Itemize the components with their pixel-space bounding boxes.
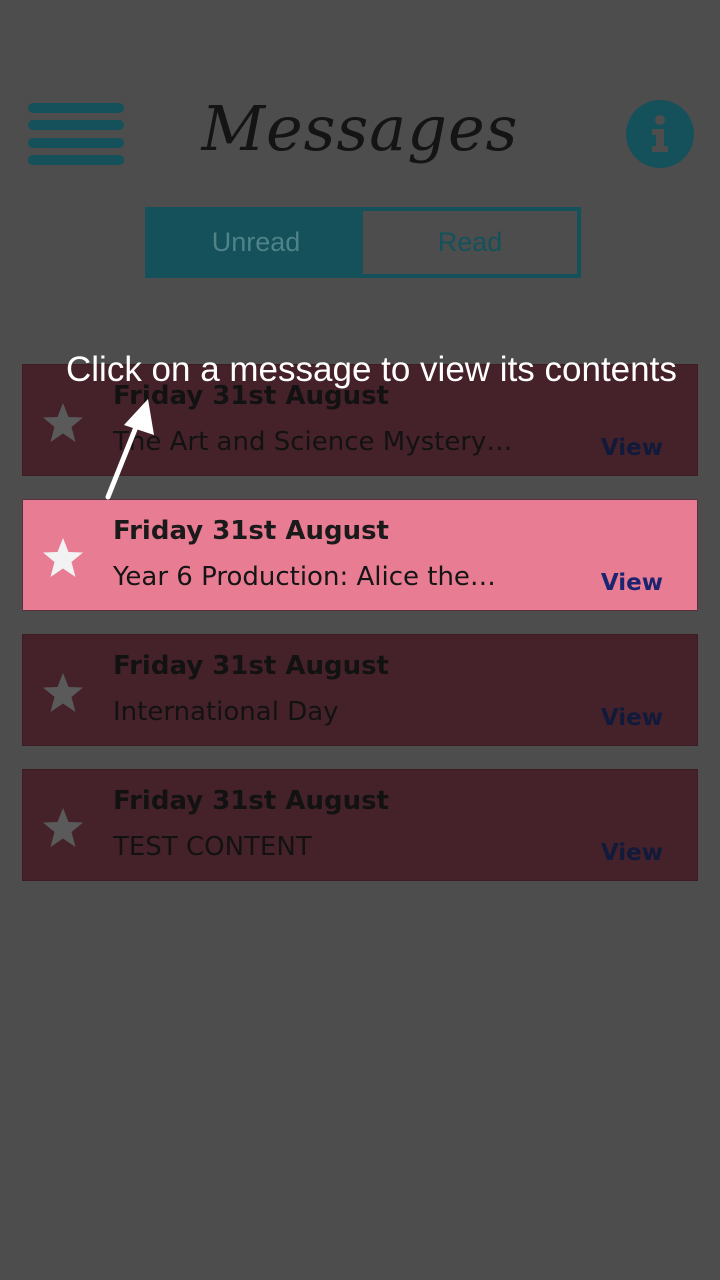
info-glyph [652, 115, 668, 152]
menu-bar [28, 154, 124, 165]
read-filter-tabs: Unread Read [145, 207, 581, 278]
page-title: Messages [201, 92, 519, 165]
tab-read[interactable]: Read [363, 211, 577, 274]
view-link[interactable]: View [601, 435, 663, 461]
message-row[interactable]: Friday 31st August International Day Vie… [22, 634, 698, 746]
view-link[interactable]: View [601, 705, 663, 731]
message-date: Friday 31st August [113, 786, 389, 816]
message-subject: The Art and Science Mystery… [113, 427, 513, 457]
arrow-up-icon [105, 399, 154, 500]
message-subject: Year 6 Production: Alice the… [113, 562, 496, 592]
tab-unread[interactable]: Unread [149, 211, 363, 274]
message-date: Friday 31st August [113, 651, 389, 681]
message-row[interactable]: Friday 31st August Year 6 Production: Al… [22, 499, 698, 611]
star-icon[interactable] [41, 806, 85, 850]
star-icon[interactable] [41, 401, 85, 445]
star-icon[interactable] [41, 671, 85, 715]
view-link[interactable]: View [601, 570, 663, 596]
message-row[interactable]: Friday 31st August TEST CONTENT View [22, 769, 698, 881]
menu-bar [28, 103, 124, 113]
message-date: Friday 31st August [113, 516, 389, 546]
menu-bar [28, 137, 124, 148]
app-header: Messages [0, 0, 720, 200]
info-icon[interactable] [626, 100, 694, 168]
menu-bar [28, 120, 124, 131]
onboarding-tooltip: Click on a message to view its contents [66, 350, 677, 389]
hamburger-menu-icon[interactable] [28, 100, 124, 168]
view-link[interactable]: View [601, 840, 663, 866]
message-subject: International Day [113, 697, 339, 727]
star-icon[interactable] [41, 536, 85, 580]
message-subject: TEST CONTENT [113, 832, 312, 862]
